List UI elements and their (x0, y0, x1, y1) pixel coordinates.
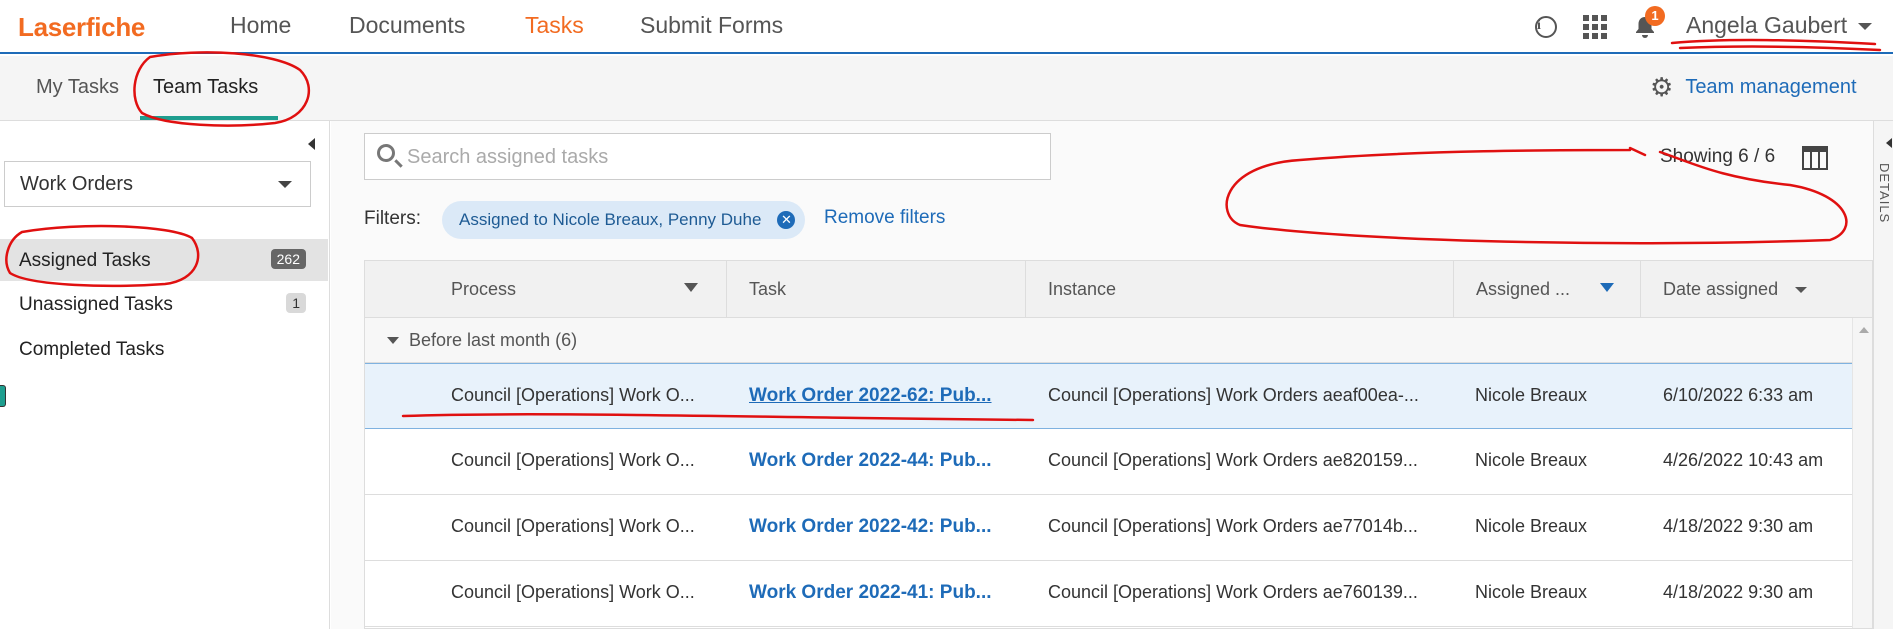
sidebar-item-label: Completed Tasks (19, 339, 165, 360)
remove-filters-link[interactable]: Remove filters (824, 207, 945, 229)
nav-home[interactable]: Home (230, 12, 291, 39)
column-header-process[interactable]: Process (365, 261, 727, 318)
team-management-label: Team management (1685, 75, 1857, 98)
sidebar-item-completed-tasks[interactable]: Completed Tasks (0, 328, 328, 370)
sort-desc-icon[interactable] (1795, 287, 1807, 293)
filter-chip[interactable]: Assigned to Nicole Breaux, Penny Duhe ✕ (442, 201, 806, 239)
details-label: DETAILS (1877, 163, 1892, 224)
process-cell: Council [Operations] Work O... (451, 582, 695, 602)
vertical-scrollbar[interactable] (1852, 318, 1872, 628)
gear-icon: ⚙ (1650, 72, 1674, 102)
task-link[interactable]: Work Order 2022-44: Pub... (749, 450, 1019, 472)
filter-chip-label: Assigned to Nicole Breaux, Penny Duhe (459, 210, 762, 229)
table-row[interactable]: Council [Operations] Work O... Work Orde… (365, 495, 1872, 561)
process-cell: Council [Operations] Work O... (451, 516, 695, 536)
search-box (364, 133, 1051, 180)
assigned-cell: Nicole Breaux (1475, 516, 1588, 536)
laserfiche-logo[interactable]: Laserfiche (18, 12, 145, 43)
tasks-table: Process Task Instance Assigned ... Date … (364, 260, 1873, 629)
team-select-dropdown[interactable]: Work Orders (4, 161, 311, 207)
scroll-up-icon[interactable] (1859, 327, 1869, 333)
collapse-sidebar-icon[interactable] (308, 138, 315, 150)
assigned-cell: Nicole Breaux (1475, 582, 1588, 602)
team-select-value: Work Orders (20, 173, 133, 195)
table-row[interactable]: Council [Operations] Work O... Work Orde… (365, 363, 1872, 429)
column-header-instance[interactable]: Instance (1026, 261, 1454, 318)
sidebar-item-unassigned-tasks[interactable]: Unassigned Tasks 1 (0, 283, 328, 325)
table-header: Process Task Instance Assigned ... Date … (365, 261, 1872, 318)
column-header-task[interactable]: Task (727, 261, 1026, 318)
left-sidebar: Work Orders Assigned Tasks 262 Unassigne… (0, 121, 330, 629)
date-cell: 6/10/2022 6:33 am (1663, 385, 1814, 405)
sidebar-item-label: Assigned Tasks (19, 250, 151, 271)
resize-handle[interactable] (0, 385, 6, 407)
info-icon[interactable]: i (1533, 14, 1559, 40)
nav-documents[interactable]: Documents (349, 12, 465, 39)
team-management-link[interactable]: ⚙ Team management (1650, 74, 1857, 100)
date-cell: 4/18/2022 9:30 am (1663, 582, 1814, 602)
date-cell: 4/18/2022 9:30 am (1663, 516, 1814, 536)
search-input[interactable] (407, 142, 1027, 172)
filters-label: Filters: (364, 208, 421, 229)
tab-my-tasks[interactable]: My Tasks (36, 76, 119, 99)
date-cell: 4/26/2022 10:43 am (1663, 450, 1824, 470)
process-cell: Council [Operations] Work O... (451, 450, 695, 470)
chevron-down-icon[interactable] (1858, 23, 1872, 30)
chevron-down-icon (278, 181, 292, 188)
sidebar-item-label: Unassigned Tasks (19, 294, 173, 315)
count-badge: 1 (286, 293, 306, 313)
column-chooser-icon[interactable] (1802, 146, 1828, 170)
assigned-cell: Nicole Breaux (1475, 385, 1588, 405)
table-row[interactable]: Council [Operations] Work O... Work Orde… (365, 429, 1872, 495)
instance-cell: Council [Operations] Work Orders ae82015… (1048, 450, 1418, 470)
table-row[interactable]: Council [Operations] Work O... Work Orde… (365, 561, 1872, 627)
result-count: Showing 6 / 6 (1660, 146, 1776, 167)
notification-count-badge: 1 (1645, 6, 1665, 26)
instance-cell: Council [Operations] Work Orders aeaf00e… (1048, 385, 1419, 405)
tab-team-tasks[interactable]: Team Tasks (153, 76, 258, 99)
app-grid-icon[interactable] (1582, 14, 1608, 40)
instance-cell: Council [Operations] Work Orders ae77014… (1048, 516, 1418, 536)
sidebar-item-assigned-tasks[interactable]: Assigned Tasks 262 (0, 239, 328, 281)
sub-tab-bar: My Tasks Team Tasks ⚙ Team management (0, 56, 1893, 121)
top-nav-bar: Laserfiche Home Documents Tasks Submit F… (0, 0, 1893, 54)
task-link[interactable]: Work Order 2022-62: Pub... (749, 385, 1019, 407)
column-header-assigned[interactable]: Assigned ... (1454, 261, 1641, 318)
main-content: Showing 6 / 6 Filters: Assigned to Nicol… (331, 121, 1873, 629)
search-icon (377, 144, 395, 162)
group-label: Before last month (6) (409, 330, 578, 350)
close-icon[interactable]: ✕ (777, 211, 796, 229)
filter-icon[interactable] (1600, 283, 1614, 292)
user-menu[interactable]: Angela Gaubert (1686, 12, 1847, 39)
details-panel-toggle[interactable]: DETAILS (1873, 121, 1893, 629)
assigned-cell: Nicole Breaux (1475, 450, 1588, 470)
group-header[interactable]: Before last month (6) (365, 318, 1872, 363)
task-link[interactable]: Work Order 2022-42: Pub... (749, 516, 1019, 538)
column-header-date-assigned[interactable]: Date assigned (1641, 261, 1872, 318)
filter-icon[interactable] (684, 283, 698, 292)
nav-submit-forms[interactable]: Submit Forms (640, 12, 783, 39)
instance-cell: Council [Operations] Work Orders ae76013… (1048, 582, 1418, 602)
active-tab-indicator (140, 116, 278, 120)
expand-details-icon[interactable] (1886, 138, 1892, 148)
count-badge: 262 (270, 249, 306, 269)
nav-tasks[interactable]: Tasks (525, 12, 584, 39)
task-link[interactable]: Work Order 2022-41: Pub... (749, 582, 1019, 604)
process-cell: Council [Operations] Work O... (451, 385, 695, 405)
chevron-down-icon[interactable] (387, 337, 399, 344)
